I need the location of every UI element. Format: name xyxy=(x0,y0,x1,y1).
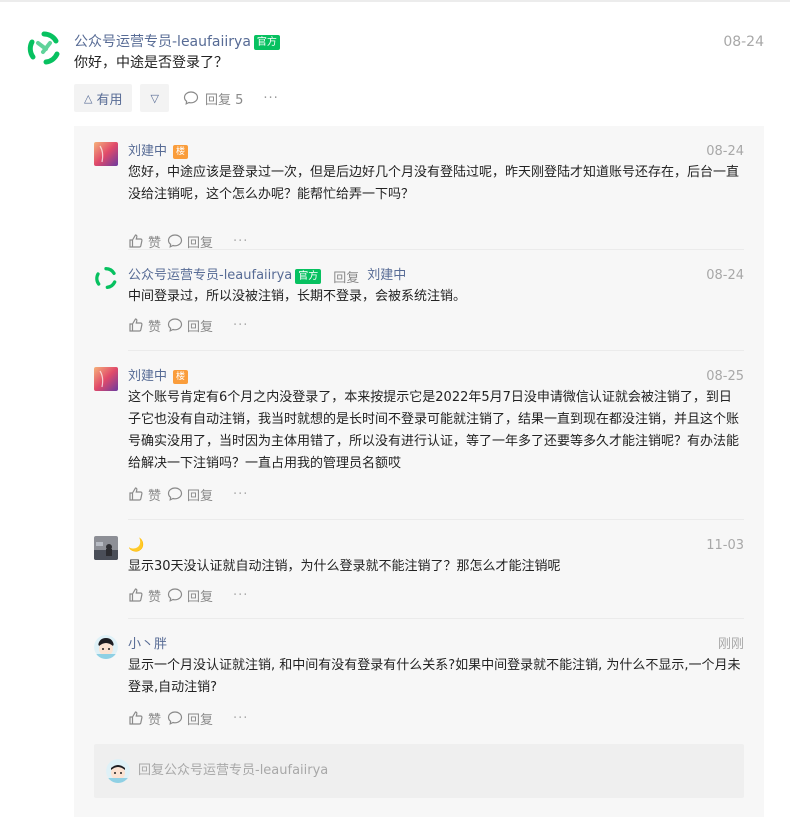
comment-bubble-icon xyxy=(167,318,183,332)
reply-label: 回复 xyxy=(187,488,214,504)
divider xyxy=(128,618,744,619)
reply-actions: 赞 回复 ··· xyxy=(128,231,248,251)
author-name[interactable]: 刘建中 xyxy=(128,367,167,387)
reply-actions: 赞 回复 ··· xyxy=(128,585,248,605)
user-avatar[interactable] xyxy=(94,367,118,391)
official-badge: 官方 xyxy=(253,34,280,50)
thumb-up-triangle-icon: △ xyxy=(84,91,93,105)
like-button[interactable]: 赞 xyxy=(128,232,161,251)
thumb-up-icon xyxy=(129,711,143,725)
reply-button[interactable]: 回复 5 xyxy=(183,89,243,108)
reply-button[interactable]: 回复 xyxy=(167,232,213,251)
main-comment-actions: △ 有用 ▽ 回复 5 ··· xyxy=(74,84,279,112)
like-button[interactable]: 赞 xyxy=(128,586,161,605)
comment-bubble-icon xyxy=(183,91,199,105)
more-options-icon[interactable]: ··· xyxy=(233,234,248,249)
reply-button[interactable]: 回复 xyxy=(167,485,213,504)
like-label: 赞 xyxy=(148,319,162,335)
useful-label: 有用 xyxy=(96,92,123,108)
author-name[interactable]: 小丶胖 xyxy=(128,635,167,655)
reply-header: 刘建中 楼 xyxy=(128,367,189,387)
divider xyxy=(128,350,744,351)
reply-button[interactable]: 回复 xyxy=(167,316,213,335)
reply-count-label: 回复 5 xyxy=(204,92,244,108)
reply-date: 11-03 xyxy=(706,538,744,553)
reply-text: 显示30天没认证就自动注销，为什么登录就不能注销了？那怎么才能注销呢 xyxy=(128,559,561,574)
useful-button[interactable]: △ 有用 xyxy=(74,84,133,112)
reply-label: 回复 xyxy=(187,319,214,335)
reply-to-name[interactable]: 刘建中 xyxy=(367,266,406,286)
official-badge: 官方 xyxy=(295,268,322,284)
user-avatar[interactable] xyxy=(94,142,118,166)
op-badge: 楼 xyxy=(173,145,189,159)
author-name[interactable]: 公众号运营专员-leaufaiirya xyxy=(74,32,251,52)
author-name[interactable]: 刘建中 xyxy=(128,142,167,162)
comment-date: 08-24 xyxy=(723,34,764,50)
reply-header: 🌙 xyxy=(128,536,144,556)
reply-date: 08-24 xyxy=(706,268,744,283)
comment-bubble-icon xyxy=(167,588,183,602)
comment-bubble-icon xyxy=(167,234,183,248)
comment-text: 你好，中途是否登录了？ xyxy=(74,55,228,71)
reply-date: 08-25 xyxy=(706,369,744,384)
official-avatar[interactable] xyxy=(94,266,118,290)
divider xyxy=(128,249,744,250)
main-comment-header: 公众号运营专员-leaufaiirya 官方 xyxy=(74,32,280,52)
current-user-avatar xyxy=(106,759,130,783)
op-badge: 楼 xyxy=(173,370,189,384)
reply-actions: 赞 回复 ··· xyxy=(128,315,248,335)
reply-to-word: 回复 xyxy=(333,270,360,286)
thumb-up-icon xyxy=(129,588,143,602)
not-useful-button[interactable]: ▽ xyxy=(140,84,169,112)
reply-text: 这个账号肯定有6个月之内没登录了，本来按提示它是2022年5月7日没申请微信认证… xyxy=(128,390,740,471)
reply-actions: 赞 回复 ··· xyxy=(128,484,248,504)
reply-header: 刘建中 楼 xyxy=(128,142,189,162)
like-button[interactable]: 赞 xyxy=(128,316,161,335)
more-options-icon[interactable]: ··· xyxy=(233,318,248,333)
reply-input-placeholder: 回复公众号运营专员-leaufaiirya xyxy=(138,763,329,778)
user-avatar[interactable] xyxy=(94,635,118,659)
reply-label: 回复 xyxy=(187,235,214,251)
reply-text: 显示一个月没认证就注销, 和中间有没有登录有什么关系?如果中间登录就不能注销, … xyxy=(128,658,741,695)
like-label: 赞 xyxy=(148,712,162,728)
reply-text: 您好，中途应该是登录过一次，但是后边好几个月没有登陆过呢，昨天刚登陆才知道账号还… xyxy=(128,165,740,202)
like-label: 赞 xyxy=(148,235,162,251)
reply-label: 回复 xyxy=(187,589,214,605)
more-options-icon[interactable]: ··· xyxy=(233,711,248,726)
comment-bubble-icon xyxy=(167,711,183,725)
like-button[interactable]: 赞 xyxy=(128,709,161,728)
like-button[interactable]: 赞 xyxy=(128,485,161,504)
thumb-up-icon xyxy=(129,487,143,501)
reply-header: 小丶胖 xyxy=(128,635,167,655)
like-label: 赞 xyxy=(148,488,162,504)
author-name[interactable]: 公众号运营专员-leaufaiirya xyxy=(128,266,292,286)
more-options-icon[interactable]: ··· xyxy=(263,91,278,106)
reply-button[interactable]: 回复 xyxy=(167,586,213,605)
author-name[interactable]: 🌙 xyxy=(128,536,144,556)
replies-panel: 刘建中 楼 08-24 您好，中途应该是登录过一次，但是后边好几个月没有登陆过呢… xyxy=(74,126,764,817)
reply-actions: 赞 回复 ··· xyxy=(128,708,248,728)
more-options-icon[interactable]: ··· xyxy=(233,487,248,502)
reply-button[interactable]: 回复 xyxy=(167,709,213,728)
reply-header: 公众号运营专员-leaufaiirya 官方 回复 刘建中 xyxy=(128,266,406,286)
reply-text: 中间登录过，所以没被注销，长期不登录，会被系统注销。 xyxy=(128,289,467,304)
thumb-up-icon xyxy=(129,234,143,248)
thumb-down-triangle-icon: ▽ xyxy=(150,91,159,105)
thumb-up-icon xyxy=(129,318,143,332)
reply-input[interactable]: 回复公众号运营专员-leaufaiirya xyxy=(94,744,744,798)
comment-bubble-icon xyxy=(167,487,183,501)
reply-date: 刚刚 xyxy=(717,637,744,652)
reply-date: 08-24 xyxy=(706,144,744,159)
more-options-icon[interactable]: ··· xyxy=(233,588,248,603)
user-avatar[interactable] xyxy=(94,536,118,560)
reply-label: 回复 xyxy=(187,712,214,728)
like-label: 赞 xyxy=(148,589,162,605)
official-avatar[interactable] xyxy=(26,30,62,66)
top-divider xyxy=(0,0,790,2)
divider xyxy=(128,519,744,520)
